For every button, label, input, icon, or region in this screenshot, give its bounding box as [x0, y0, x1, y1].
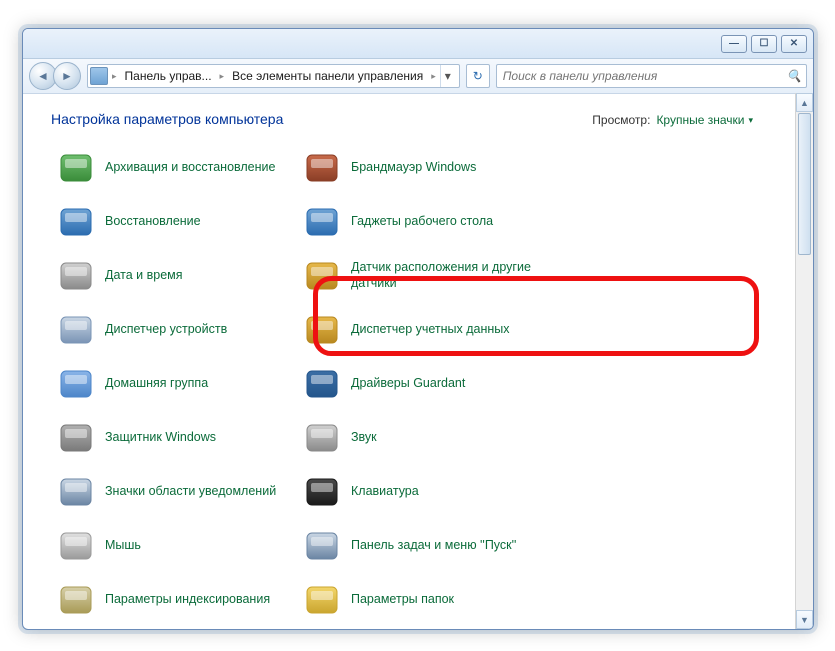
cp-item-label: Диспетчер устройств — [105, 322, 227, 338]
navbar: ◄ ► ▸ Панель управ... ▸ Все элементы пан… — [23, 59, 813, 94]
chevron-down-icon: ▾ — [748, 115, 753, 126]
folderopts-icon — [303, 581, 341, 619]
credmgr-icon — [303, 311, 341, 349]
breadcrumb-dropdown[interactable]: ▾ — [440, 65, 455, 87]
cp-item-notif[interactable]: Значки области уведомлений — [51, 465, 283, 519]
breadcrumb[interactable]: ▸ Панель управ... ▸ Все элементы панели … — [87, 64, 460, 88]
cp-item-defender[interactable]: Защитник Windows — [51, 411, 283, 465]
taskbar-icon — [303, 527, 341, 565]
mouse-icon — [57, 527, 95, 565]
control-panel-icon — [90, 67, 108, 85]
guardant-icon — [303, 365, 341, 403]
view-selector: Просмотр: Крупные значки ▾ — [592, 113, 753, 127]
defender-icon — [57, 419, 95, 457]
devicemgr-icon — [57, 311, 95, 349]
recovery-icon — [57, 203, 95, 241]
column-2: Брандмауэр Windows Гаджеты рабочего стола… — [297, 141, 557, 621]
titlebar: — ☐ ✕ — [23, 29, 813, 59]
items-grid: Архивация и восстановление Восстановление… — [51, 141, 803, 621]
cp-item-label: Клавиатура — [351, 484, 419, 500]
explorer-window: — ☐ ✕ ◄ ► ▸ Панель управ... ▸ Все элемен… — [22, 28, 814, 630]
nav-forward-button[interactable]: ► — [53, 62, 81, 90]
homegroup-icon — [57, 365, 95, 403]
datetime-icon — [57, 257, 95, 295]
search-box[interactable]: 🔍 — [496, 64, 807, 88]
search-icon[interactable]: 🔍 — [786, 68, 802, 84]
column-1: Архивация и восстановление Восстановление… — [51, 141, 283, 621]
cp-item-label: Дата и время — [105, 268, 183, 284]
cp-item-homegroup[interactable]: Домашняя группа — [51, 357, 283, 411]
cp-item-indexing[interactable]: Параметры индексирования — [51, 573, 283, 621]
notif-icon — [57, 473, 95, 511]
cp-item-mouse[interactable]: Мышь — [51, 519, 283, 573]
scrollbar[interactable]: ▲ ▼ — [795, 93, 813, 629]
cp-item-sensors[interactable]: Датчик расположения и другие датчики — [297, 249, 557, 303]
scroll-down-button[interactable]: ▼ — [796, 610, 813, 629]
cp-item-datetime[interactable]: Дата и время — [51, 249, 283, 303]
main-panel: Настройка параметров компьютера Просмотр… — [23, 93, 813, 629]
cp-item-label: Драйверы Guardant — [351, 376, 465, 392]
cp-item-sound[interactable]: Звук — [297, 411, 557, 465]
cp-item-label: Панель задач и меню ''Пуск'' — [351, 538, 516, 554]
cp-item-firewall[interactable]: Брандмауэр Windows — [297, 141, 557, 195]
view-label: Просмотр: — [592, 113, 650, 127]
breadcrumb-item[interactable]: Панель управ... — [121, 65, 216, 87]
search-input[interactable] — [501, 68, 786, 84]
breadcrumb-item[interactable]: Все элементы панели управления — [228, 65, 427, 87]
cp-item-label: Звук — [351, 430, 377, 446]
cp-item-label: Параметры папок — [351, 592, 454, 608]
cp-item-label: Домашняя группа — [105, 376, 208, 392]
chevron-right-icon: ▸ — [218, 71, 227, 82]
refresh-button[interactable]: ↻ — [466, 64, 490, 88]
cp-item-label: Защитник Windows — [105, 430, 216, 446]
indexing-icon — [57, 581, 95, 619]
cp-item-recovery[interactable]: Восстановление — [51, 195, 283, 249]
scroll-thumb[interactable] — [798, 113, 811, 255]
gadgets-icon — [303, 203, 341, 241]
sound-icon — [303, 419, 341, 457]
cp-item-label: Мышь — [105, 538, 141, 554]
cp-item-label: Параметры индексирования — [105, 592, 270, 608]
maximize-button[interactable]: ☐ — [751, 35, 777, 53]
backup-icon — [57, 149, 95, 187]
cp-item-keyboard[interactable]: Клавиатура — [297, 465, 557, 519]
cp-item-credmgr[interactable]: Диспетчер учетных данных — [297, 303, 557, 357]
cp-item-taskbar[interactable]: Панель задач и меню ''Пуск'' — [297, 519, 557, 573]
cp-item-backup[interactable]: Архивация и восстановление — [51, 141, 283, 195]
chevron-right-icon: ▸ — [429, 71, 438, 82]
keyboard-icon — [303, 473, 341, 511]
cp-item-guardant[interactable]: Драйверы Guardant — [297, 357, 557, 411]
cp-item-label: Гаджеты рабочего стола — [351, 214, 493, 230]
cp-item-folderopts[interactable]: Параметры папок — [297, 573, 557, 621]
firewall-icon — [303, 149, 341, 187]
cp-item-gadgets[interactable]: Гаджеты рабочего стола — [297, 195, 557, 249]
cp-item-label: Значки области уведомлений — [105, 484, 276, 500]
cp-item-label: Восстановление — [105, 214, 201, 230]
cp-item-label: Архивация и восстановление — [105, 160, 275, 176]
chevron-right-icon: ▸ — [110, 71, 119, 82]
cp-item-label: Датчик расположения и другие датчики — [351, 260, 531, 291]
sensors-icon — [303, 257, 341, 295]
close-button[interactable]: ✕ — [781, 35, 807, 53]
minimize-button[interactable]: — — [721, 35, 747, 53]
scroll-up-button[interactable]: ▲ — [796, 93, 813, 112]
cp-item-devicemgr[interactable]: Диспетчер устройств — [51, 303, 283, 357]
view-dropdown[interactable]: Крупные значки ▾ — [656, 113, 753, 127]
cp-item-label: Брандмауэр Windows — [351, 160, 476, 176]
content-area: Настройка параметров компьютера Просмотр… — [23, 93, 813, 629]
cp-item-label: Диспетчер учетных данных — [351, 322, 510, 338]
